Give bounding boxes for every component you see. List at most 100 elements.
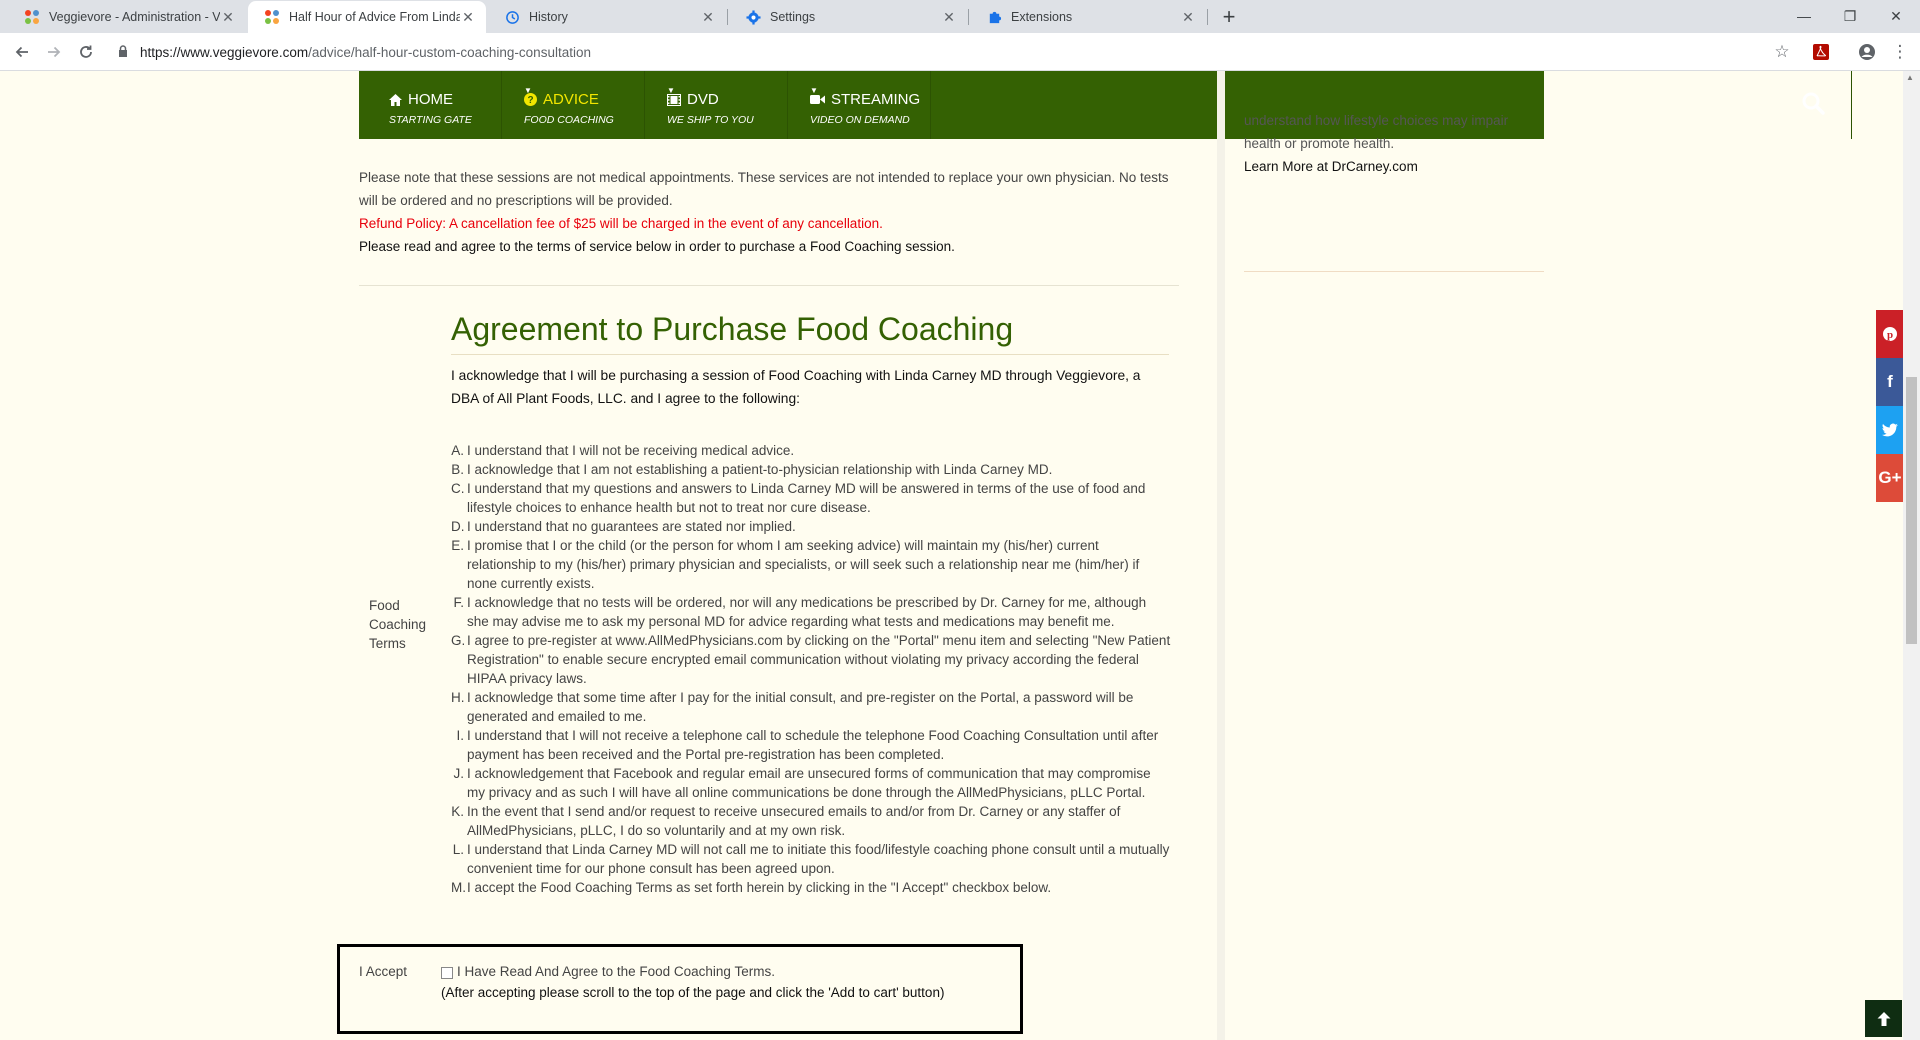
tab-veggievore-admin[interactable]: Veggievore - Administration - Vir ✕	[8, 1, 246, 33]
sidebar-rule	[1244, 271, 1544, 272]
facebook-icon: f	[1887, 372, 1893, 391]
sidebar-text: understand how lifestyle choices may imp…	[1244, 113, 1509, 151]
close-icon[interactable]: ✕	[700, 9, 716, 26]
accept-field-label: I Accept	[359, 964, 408, 979]
new-tab-button[interactable]: +	[1216, 4, 1242, 30]
close-icon[interactable]: ✕	[941, 9, 957, 26]
search-button[interactable]	[1801, 91, 1827, 117]
list-item: D. I understand that no guarantees are st…	[451, 517, 1171, 536]
sidebar-divider	[1217, 71, 1225, 1040]
home-icon	[389, 93, 402, 106]
term-letter: K.	[451, 804, 464, 819]
term-text: I acknowledge that some time after I pay…	[467, 690, 1134, 724]
term-letter: H.	[451, 690, 465, 705]
scrollbar-thumb[interactable]	[1906, 377, 1917, 644]
term-text: I understand that my questions and answe…	[467, 481, 1146, 515]
list-item: H. I acknowledge that some time after I p…	[451, 688, 1171, 726]
account-icon[interactable]	[1857, 42, 1877, 62]
nav-sublabel: WE SHIP TO YOU	[667, 114, 754, 126]
accept-terms-checkbox[interactable]	[441, 967, 453, 979]
list-item: F. I acknowledge that no tests will be or…	[451, 593, 1171, 631]
term-text: I understand that no guarantees are stat…	[467, 519, 796, 534]
forward-button[interactable]	[42, 40, 66, 64]
pdf-extension-icon[interactable]	[1811, 42, 1831, 62]
pinterest-share-button[interactable]: p	[1876, 310, 1904, 358]
close-icon[interactable]: ✕	[220, 9, 236, 26]
browser-toolbar: https://www.veggievore.com/advice/half-h…	[0, 33, 1920, 71]
term-text: I accept the Food Coaching Terms as set …	[467, 880, 1052, 895]
address-bar[interactable]: https://www.veggievore.com/advice/half-h…	[118, 38, 1768, 66]
bookmark-star-icon[interactable]: ☆	[1772, 42, 1792, 62]
menu-dots-icon[interactable]: ⋮	[1890, 42, 1910, 62]
close-icon[interactable]: ✕	[460, 9, 476, 26]
close-window-button[interactable]: ✕	[1876, 4, 1916, 28]
caret-down-icon: ▼	[524, 86, 532, 95]
tab-settings[interactable]: Settings ✕	[729, 1, 967, 33]
drcarney-link[interactable]: Learn More at DrCarney.com	[1244, 159, 1418, 174]
nav-item-advice[interactable]: ▼ ? ADVICE FOOD COACHING	[502, 71, 645, 139]
facebook-share-button[interactable]: f	[1876, 358, 1904, 406]
nav-item-streaming[interactable]: ▼ STREAMING VIDEO ON DEMAND	[788, 71, 931, 139]
film-icon	[667, 93, 681, 106]
reload-icon	[80, 45, 92, 58]
nav-label: HOME	[408, 91, 453, 108]
close-icon[interactable]: ✕	[1180, 9, 1196, 26]
reload-button[interactable]	[74, 40, 98, 64]
nav-sublabel: STARTING GATE	[389, 114, 472, 126]
svg-text:?: ?	[527, 95, 533, 106]
puzzle-icon	[986, 9, 1002, 25]
nav-divider	[1851, 71, 1852, 139]
url-path: /advice/half-hour-custom-coaching-consul…	[308, 44, 591, 60]
scroll-up-arrow-icon[interactable]: ▲	[1906, 73, 1914, 82]
nav-sublabel: VIDEO ON DEMAND	[810, 114, 910, 126]
tab-extensions[interactable]: Extensions ✕	[970, 1, 1206, 33]
tab-history[interactable]: History ✕	[488, 1, 726, 33]
refund-policy-text: Refund Policy: A cancellation fee of $25…	[359, 216, 883, 231]
back-button[interactable]	[10, 40, 34, 64]
list-item: A. I understand that I will not be receiv…	[451, 441, 1171, 460]
twitter-share-button[interactable]	[1876, 406, 1904, 454]
term-letter: A.	[451, 443, 464, 458]
term-letter: I.	[456, 728, 464, 743]
nav-item-home[interactable]: HOME STARTING GATE	[359, 71, 502, 139]
term-text: I understand that I will not receive a t…	[467, 728, 1159, 762]
term-letter: C.	[451, 481, 465, 496]
term-text: I promise that I or the child (or the pe…	[467, 538, 1140, 591]
list-item: C. I understand that my questions and ans…	[451, 479, 1171, 517]
term-text: I agree to pre-register at www.AllMedPhy…	[467, 633, 1171, 686]
nav-label: ADVICE	[543, 91, 599, 108]
back-to-top-button[interactable]	[1865, 1000, 1902, 1037]
tab-title: Extensions	[1011, 10, 1073, 24]
list-item: J. I acknowledgement that Facebook and re…	[451, 764, 1171, 802]
restore-button[interactable]: ❐	[1830, 4, 1870, 28]
list-item: G. I agree to pre-register at www.AllMedP…	[451, 631, 1171, 688]
list-item: L. I understand that Linda Carney MD will…	[451, 840, 1171, 878]
list-item: I. I understand that I will not receive a…	[451, 726, 1171, 764]
list-item: B. I acknowledge that I am not establishi…	[451, 460, 1171, 479]
nav-item-dvd[interactable]: ▼ DVD WE SHIP TO YOU	[645, 71, 788, 139]
joomla-icon	[264, 9, 280, 25]
caret-down-icon: ▼	[810, 86, 818, 95]
list-item: M. I accept the Food Coaching Terms as se…	[451, 878, 1171, 897]
tab-title: Half Hour of Advice From Linda C	[289, 10, 460, 24]
tab-separator	[727, 9, 728, 25]
google-plus-share-button[interactable]: G+	[1876, 454, 1904, 502]
arrow-up-icon	[1877, 1011, 1890, 1026]
nav-sublabel: FOOD COACHING	[524, 114, 614, 126]
web-page: HOME STARTING GATE ▼ ? ADVICE FOOD COACH…	[0, 71, 1920, 1040]
tab-separator	[968, 9, 969, 25]
disclaimer-text: Please note that these sessions are not …	[359, 170, 1169, 208]
google-plus-icon: G+	[1878, 468, 1902, 487]
minimize-button[interactable]: —	[1784, 4, 1824, 28]
lock-icon	[118, 44, 128, 60]
agreement-title: Agreement to Purchase Food Coaching	[451, 311, 1014, 347]
terms-list: A. I understand that I will not be receiv…	[451, 441, 1171, 897]
accept-checkbox-label[interactable]: I Have Read And Agree to the Food Coachi…	[457, 964, 775, 979]
gear-icon	[745, 9, 761, 25]
agree-instruction-text: Please read and agree to the terms of se…	[359, 239, 955, 254]
arrow-left-icon	[15, 46, 28, 58]
notice-block: Please note that these sessions are not …	[359, 166, 1179, 258]
term-text: I acknowledge that I am not establishing…	[467, 462, 1053, 477]
tab-title: Veggievore - Administration - Vir	[49, 10, 220, 24]
tab-half-hour-advice[interactable]: Half Hour of Advice From Linda C ✕	[248, 1, 486, 33]
